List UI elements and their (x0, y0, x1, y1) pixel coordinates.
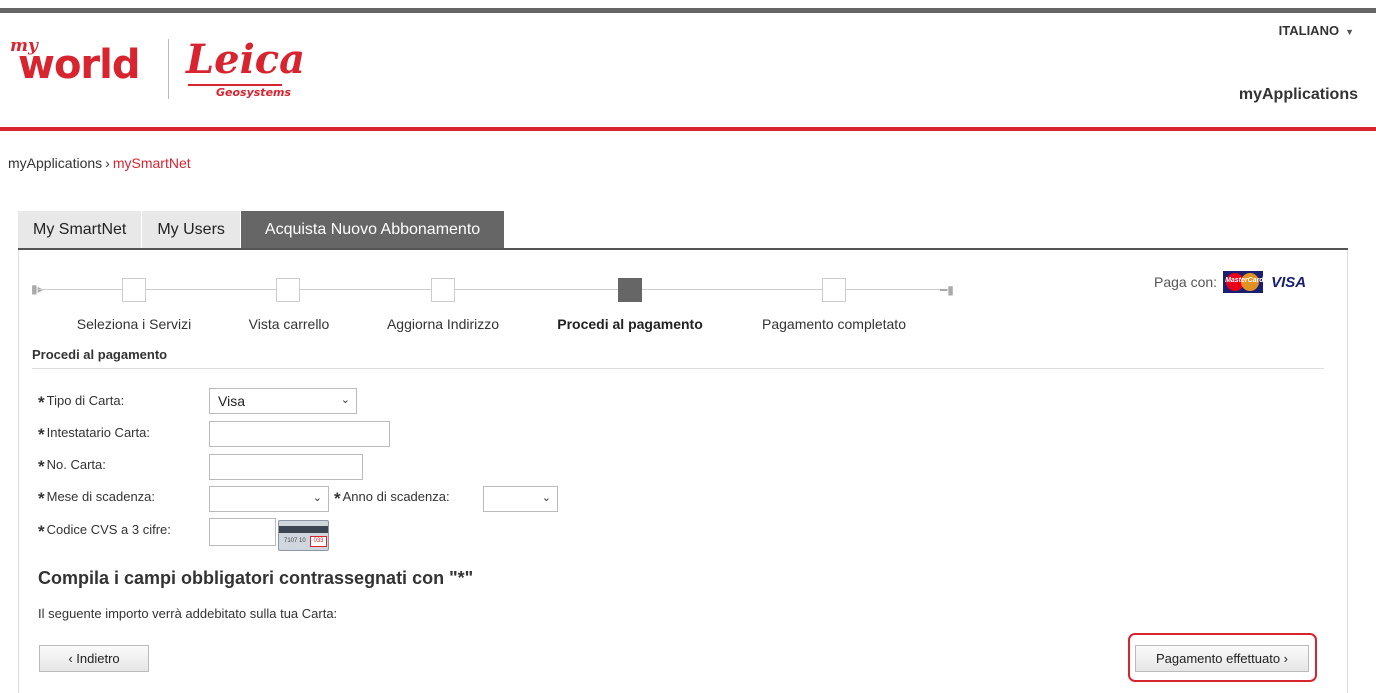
step-label: Vista carrello (248, 316, 330, 332)
pay-button[interactable]: Pagamento effettuato › (1135, 645, 1309, 672)
top-bar (0, 8, 1376, 13)
required-mark: * (38, 393, 45, 412)
back-button[interactable]: ‹ Indietro (39, 645, 149, 672)
card-number-input[interactable] (209, 454, 363, 480)
step-label: Pagamento completato (762, 316, 906, 332)
card-cvv-icon: 7107 10 033 (278, 520, 329, 551)
payment-methods: Paga con: MasterCard VISA (1154, 271, 1306, 293)
card-icon-number: 7107 10 (284, 538, 306, 544)
logo-world-text: world (18, 42, 141, 88)
tab-my-users[interactable]: My Users (142, 211, 241, 248)
step-label: Seleziona i Servizi (76, 316, 192, 332)
required-mark: * (38, 522, 45, 541)
card-number-label: * No. Carta: (38, 457, 106, 476)
chevron-down-icon: ⌄ (312, 492, 322, 504)
breadcrumb-current[interactable]: mySmartNet (113, 155, 191, 171)
step-label: Aggiorna Indirizzo (386, 316, 500, 332)
logo-separator (168, 39, 169, 99)
card-type-value: Visa (218, 393, 245, 409)
chevron-down-icon: ⌄ (541, 492, 551, 504)
breadcrumb-parent[interactable]: myApplications (8, 155, 102, 171)
step-end-icon: ━▮ (940, 283, 954, 297)
step-box-completato (822, 278, 846, 302)
step-label-active: Procedi al pagamento (557, 316, 703, 332)
section-divider (32, 368, 1324, 369)
tab-bar: My SmartNet My Users Acquista Nuovo Abbo… (18, 211, 506, 248)
stepper-line (36, 289, 948, 290)
section-title: Procedi al pagamento (32, 347, 168, 362)
exp-month-label: * Mese di scadenza: (38, 489, 156, 508)
language-selector[interactable]: ITALIANO ▼ (1279, 23, 1354, 38)
card-icon-cvv: 033 (310, 536, 327, 547)
tab-my-smartnet[interactable]: My SmartNet (18, 211, 143, 248)
card-type-select[interactable]: Visa ⌄ (209, 388, 357, 414)
holder-label: * Intestatario Carta: (38, 425, 150, 444)
card-type-label: * Tipo di Carta: (38, 393, 125, 412)
chevron-down-icon: ⌄ (340, 394, 350, 406)
tab-acquista-nuovo-abbonamento[interactable]: Acquista Nuovo Abbonamento (240, 211, 506, 248)
required-mark: * (38, 425, 45, 444)
exp-month-select[interactable]: ⌄ (209, 486, 329, 512)
caret-down-icon: ▼ (1345, 27, 1354, 37)
step-box-seleziona (122, 278, 146, 302)
step-box-indirizzo (431, 278, 455, 302)
logo-leica-text: Leica (186, 36, 306, 83)
required-mark: * (38, 489, 45, 508)
cvs-label: * Codice CVS a 3 cifre: (38, 522, 171, 541)
header-divider (0, 127, 1376, 131)
cvs-input[interactable] (209, 518, 276, 546)
language-label: ITALIANO (1278, 23, 1340, 38)
mastercard-icon: MasterCard (1223, 271, 1264, 293)
breadcrumb-separator: › (105, 155, 110, 171)
required-mark: * (334, 489, 341, 508)
required-fields-note: Compila i campi obbligatori contrassegna… (38, 568, 474, 588)
my-applications-link[interactable]: myApplications (1239, 86, 1358, 104)
exp-year-select[interactable]: ⌄ (483, 486, 558, 512)
step-box-carrello (276, 278, 300, 302)
step-box-pagamento (618, 278, 642, 302)
breadcrumb: myApplications › mySmartNet (8, 155, 191, 171)
visa-icon: VISA (1271, 273, 1307, 291)
logo-geosystems-text: Geosystems (216, 86, 292, 99)
charge-note: Il seguente importo verrà addebitato sul… (38, 606, 338, 621)
exp-year-label: * Anno di scadenza: (334, 489, 450, 508)
card-holder-input[interactable] (209, 421, 390, 447)
mastercard-text: MasterCard (1225, 277, 1264, 284)
required-mark: * (38, 457, 45, 476)
paga-con-label: Paga con: (1154, 274, 1218, 290)
